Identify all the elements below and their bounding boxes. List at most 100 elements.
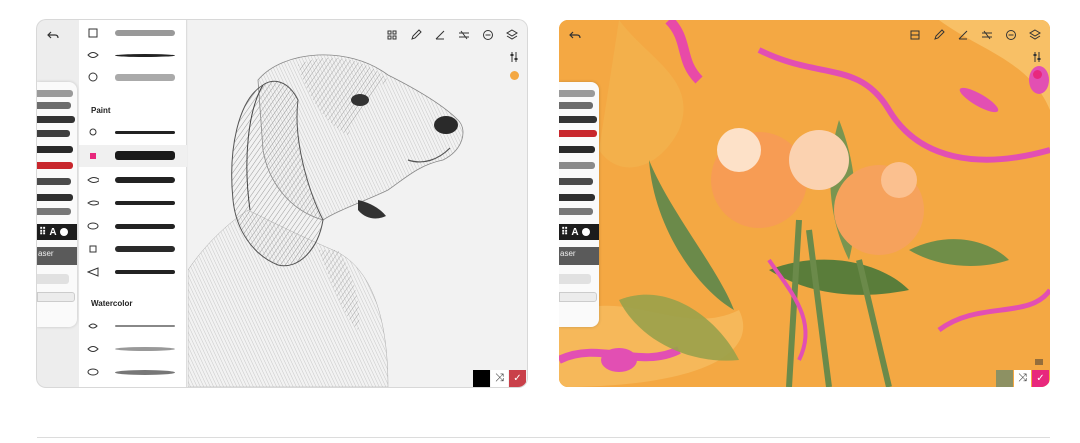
confirm-button[interactable]: ✓ [509,370,526,387]
shuffle-button[interactable]: ⤨ [491,370,508,387]
zoom-out-button[interactable] [479,26,497,44]
grid-button[interactable] [383,26,401,44]
brush-stroke-preview [115,246,175,252]
shuffle-button[interactable]: ⤨ [1014,370,1031,387]
current-color-swatch[interactable] [473,370,490,387]
color-dot-icon [59,228,68,236]
sliders-button[interactable] [509,50,519,68]
brush-row[interactable] [79,338,187,360]
eraser-tool[interactable]: aser [37,247,77,265]
text-tool-letter: A [49,226,57,238]
pen-icon [934,29,945,40]
brush-row[interactable] [79,66,187,88]
brush-tool[interactable] [37,146,73,153]
layers-icon [1029,29,1041,40]
triangle-tip-icon [87,267,99,277]
brush-row[interactable] [79,215,187,237]
confirm-button[interactable]: ✓ [1032,370,1049,387]
minus-circle-icon [1006,30,1016,40]
brush-row[interactable] [79,44,187,66]
page-divider [37,437,1050,438]
undo-icon [47,31,59,39]
brush-row[interactable] [79,361,187,383]
airbrush-tool[interactable] [37,208,71,215]
flower-painting-image[interactable] [559,20,1050,387]
brush-row[interactable] [79,315,187,337]
sliders-icon [1033,52,1041,62]
top-toolbar [906,26,1044,44]
ink-tool[interactable] [37,178,71,185]
brush-stroke-preview [115,177,175,183]
brush-library-panel: Paint Watercolor [79,20,187,387]
eraser-tool[interactable]: aser [559,247,599,265]
fineliner-tool[interactable] [37,130,70,137]
layers-button[interactable] [503,26,521,44]
zoom-out-button[interactable] [1002,26,1020,44]
pen-tool[interactable] [37,102,71,109]
brush-row[interactable] [79,261,187,283]
pencil-tool[interactable] [559,90,595,97]
accent-color-dot[interactable] [510,71,519,80]
accent-color-dot[interactable] [1033,70,1042,79]
brush-row-selected[interactable] [79,145,187,167]
fineliner-tool[interactable] [559,178,593,185]
calligraphy-tool[interactable] [37,194,73,201]
layers-button[interactable] [1026,26,1044,44]
brush-stroke-preview [115,74,175,81]
airbrush-tool[interactable] [559,208,593,215]
pen-button[interactable] [930,26,948,44]
ruler-button[interactable] [954,26,972,44]
top-toolbar [383,26,521,44]
color-text-swatch[interactable]: ⠿ A [37,224,77,240]
tool-rail: ⠿ A aser [559,82,599,327]
brush-stroke-preview [115,30,175,36]
brush-row[interactable] [79,121,187,143]
square-tip-icon [87,245,99,253]
active-paint-tool[interactable] [559,130,597,137]
drop-tip-icon [87,344,99,354]
grid-button[interactable] [906,26,924,44]
adjust-icon [459,30,469,40]
drawing-canvas[interactable] [187,20,527,387]
color-text-swatch[interactable]: ⠿ A [559,224,599,240]
ruler-icon [435,30,445,40]
brush-row[interactable] [79,169,187,191]
ruler-tool[interactable] [559,292,597,302]
brush-row[interactable] [79,192,187,214]
smudge-tool[interactable] [559,274,591,284]
undo-icon [569,31,581,39]
drop-tip-icon [87,322,99,330]
grid-icon: ⠿ [39,226,47,238]
active-paint-tool[interactable] [37,162,73,169]
brush-stroke-preview [115,224,175,229]
pen-icon [411,29,422,40]
ink-tool[interactable] [559,162,595,169]
undo-button[interactable] [44,26,62,44]
pen-tool[interactable] [559,102,593,109]
brush-tool[interactable] [559,146,595,153]
marker-tool[interactable] [37,116,75,123]
brush-row[interactable] [79,22,187,44]
ipad-screen-sketch: Paint Watercolor ⠿ A aser ⤨ ✓ [37,20,527,387]
sliders-button[interactable] [1032,50,1042,68]
layers-icon [506,29,518,40]
sliders-icon [510,52,518,62]
adjust-button[interactable] [455,26,473,44]
brush-row[interactable] [79,238,187,260]
pen-button[interactable] [407,26,425,44]
grid-icon [910,30,920,40]
adjust-button[interactable] [978,26,996,44]
current-color-swatch[interactable] [996,370,1013,387]
ruler-icon [958,30,968,40]
ruler-button[interactable] [431,26,449,44]
oval-tip-icon [87,368,99,376]
pencil-tool[interactable] [37,90,73,97]
undo-button[interactable] [566,26,584,44]
brush-stroke-preview [115,270,175,274]
adjust-icon [982,30,992,40]
marker-tool[interactable] [559,116,597,123]
ruler-tool[interactable] [37,292,75,302]
smudge-tool[interactable] [37,274,69,284]
calligraphy-tool[interactable] [559,194,595,201]
brush-stroke-preview [115,131,175,134]
